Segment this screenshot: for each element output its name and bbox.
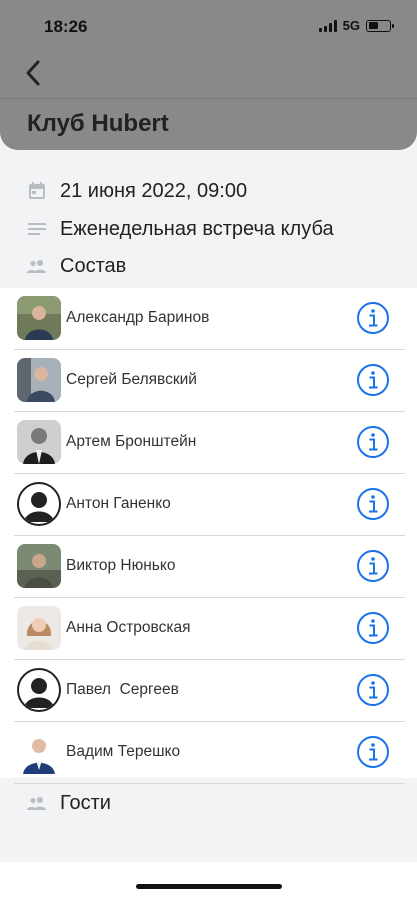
info-icon[interactable] [356,735,390,769]
guests-heading: Гости [60,791,111,814]
event-description: Еженедельная встреча клуба [60,217,334,240]
avatar [17,668,61,712]
member-name: Александр Баринов [66,309,210,326]
info-icon[interactable] [356,301,390,335]
member-name: Павел Сергеев [66,681,179,698]
members-list: Александр Баринов Сергей Белявский Артем… [0,288,417,784]
list-item[interactable]: Павел Сергеев [0,660,417,722]
avatar [17,358,61,402]
list-item[interactable]: Сергей Белявский [0,350,417,412]
group-icon [26,792,48,814]
info-icon[interactable] [356,363,390,397]
info-icon[interactable] [356,487,390,521]
event-datetime: 21 июня 2022, 09:00 [60,179,248,202]
info-icon[interactable] [356,425,390,459]
group-icon [26,255,48,277]
info-icon[interactable] [356,611,390,645]
list-item[interactable]: Артем Бронштейн [0,412,417,474]
avatar [17,482,61,526]
member-name: Сергей Белявский [66,371,197,388]
chevron-left-icon [26,60,40,86]
event-datetime-row: 21 июня 2022, 09:00 [26,176,247,206]
member-name: Анна Островская [66,619,191,636]
members-heading: Состав [60,254,127,277]
avatar [17,606,61,650]
list-item[interactable]: Анна Островская [0,598,417,660]
home-indicator[interactable] [136,884,282,889]
info-icon[interactable] [356,549,390,583]
notes-icon [26,218,48,240]
guests-heading-row: Гости [26,788,111,818]
status-bar: 18:26 5G [0,0,417,50]
list-item[interactable]: Александр Баринов [0,288,417,350]
member-name: Антон Ганенко [66,495,171,512]
member-name: Артем Бронштейн [66,433,197,450]
bottom-bar [0,862,417,900]
list-item[interactable]: Антон Ганенко [0,474,417,536]
avatar [17,730,61,774]
status-time: 18:26 [44,17,88,36]
avatar [17,544,61,588]
members-heading-row: Состав [26,251,126,281]
header-divider [0,98,417,99]
list-item[interactable]: Вадим Терешко [0,722,417,784]
member-name: Виктор Нюнько [66,557,176,574]
info-icon[interactable] [356,673,390,707]
member-name: Вадим Терешко [66,743,181,760]
status-indicators: 5G [318,18,394,33]
header-overlay: 18:26 5G Клуб Hubert [0,0,417,150]
event-description-row: Еженедельная встреча клуба [26,214,334,244]
calendar-icon [26,180,48,202]
avatar [17,296,61,340]
avatar [17,420,61,464]
page-title: Клуб Hubert [27,110,169,137]
back-button[interactable] [16,55,50,91]
battery-icon [366,19,394,32]
signal-icon [318,19,337,32]
network-type: 5G [342,18,360,33]
list-item[interactable]: Виктор Нюнько [0,536,417,598]
